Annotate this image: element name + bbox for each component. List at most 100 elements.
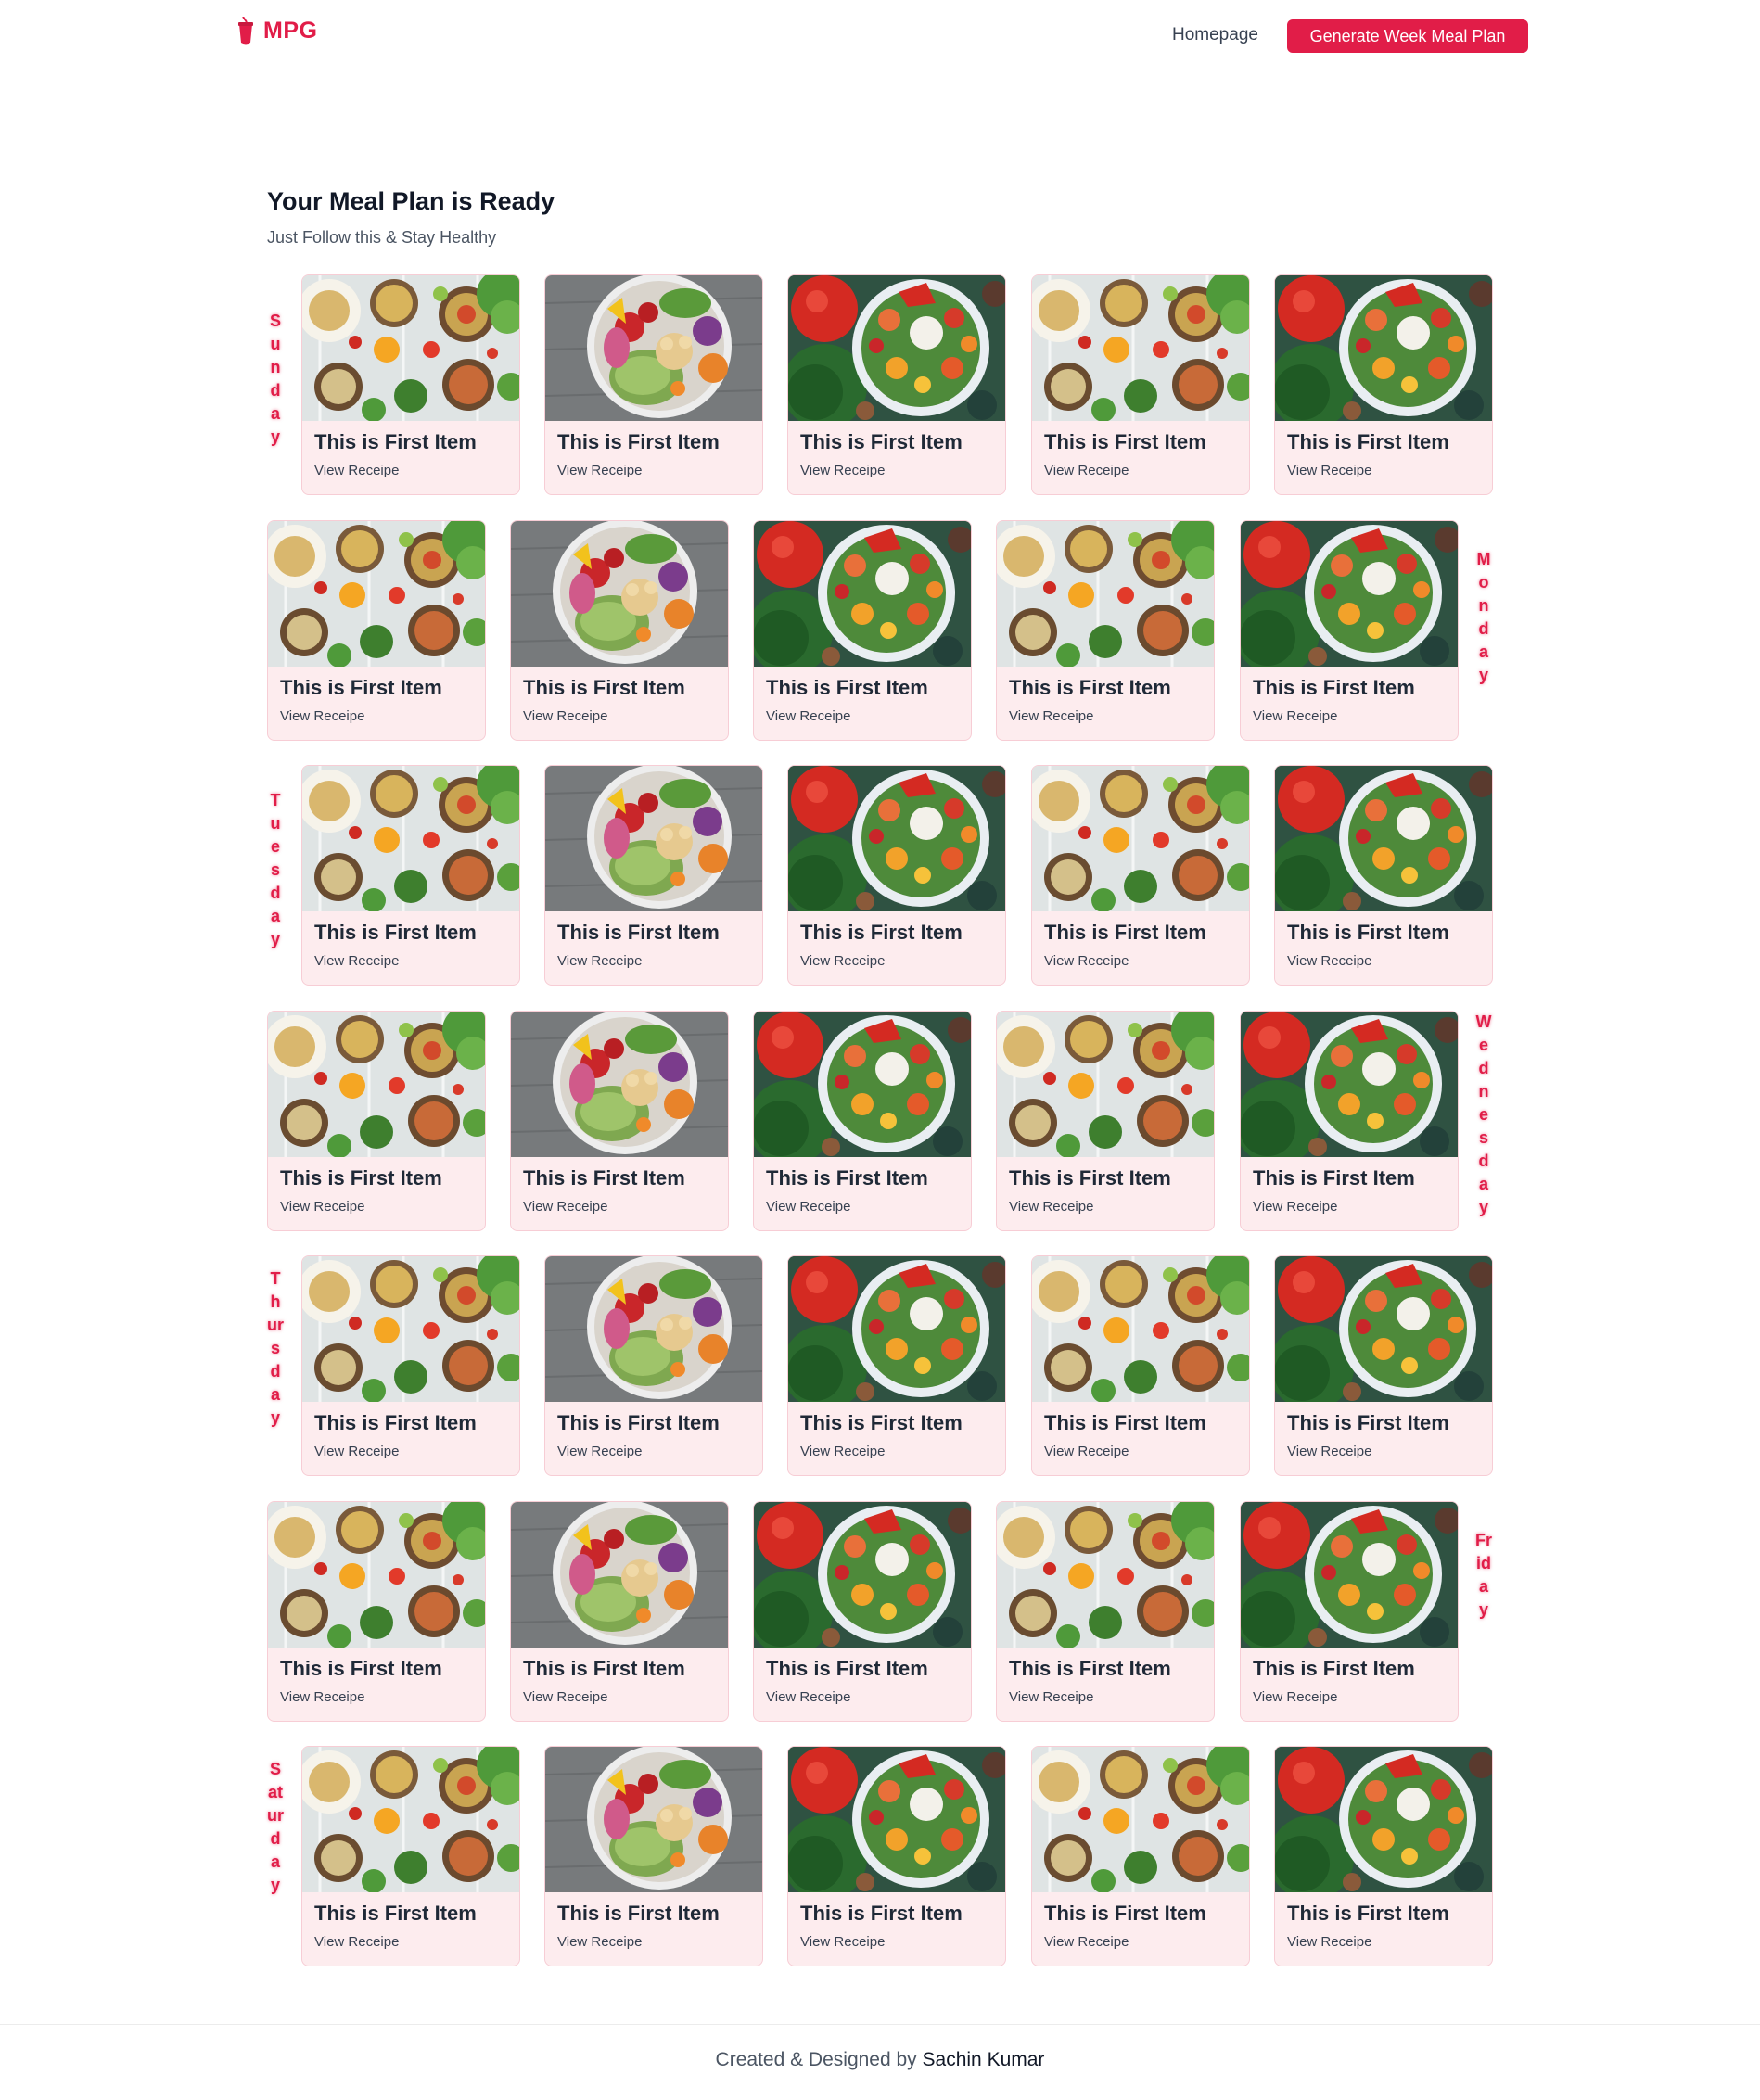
view-recipe-link[interactable]: View Receipe [766, 708, 850, 724]
meal-title: This is First Item [280, 1657, 442, 1680]
meal-title: This is First Item [1287, 1411, 1449, 1434]
view-recipe-link[interactable]: View Receipe [314, 1444, 399, 1459]
meal-card[interactable]: This is First Item View Receipe [301, 765, 520, 986]
view-recipe-link[interactable]: View Receipe [314, 953, 399, 969]
view-recipe-link[interactable]: View Receipe [1253, 708, 1337, 724]
meal-card[interactable]: This is First Item View Receipe [1031, 1255, 1250, 1476]
meal-card[interactable]: This is First Item View Receipe [301, 1746, 520, 1966]
view-recipe-link[interactable]: View Receipe [766, 1689, 850, 1705]
day-label: Wednesday [1475, 1012, 1492, 1216]
meal-card[interactable]: This is First Item View Receipe [267, 1501, 486, 1722]
view-recipe-link[interactable]: View Receipe [1044, 1934, 1129, 1950]
meal-card[interactable]: This is First Item View Receipe [1031, 765, 1250, 986]
view-recipe-link[interactable]: View Receipe [523, 1689, 607, 1705]
view-recipe-link[interactable]: View Receipe [1044, 1444, 1129, 1459]
meal-card[interactable]: This is First Item View Receipe [544, 1746, 763, 1966]
meal-title: This is First Item [280, 1166, 442, 1190]
meal-card[interactable]: This is First Item View Receipe [301, 1255, 520, 1476]
meal-card[interactable]: This is First Item View Receipe [787, 1746, 1006, 1966]
view-recipe-link[interactable]: View Receipe [314, 463, 399, 478]
meal-title: This is First Item [766, 676, 928, 699]
view-recipe-link[interactable]: View Receipe [800, 463, 885, 478]
meal-card[interactable]: This is First Item View Receipe [753, 1011, 972, 1231]
meal-card[interactable]: This is First Item View Receipe [267, 520, 486, 741]
view-recipe-link[interactable]: View Receipe [1287, 463, 1371, 478]
view-recipe-link[interactable]: View Receipe [1009, 1689, 1093, 1705]
meal-card[interactable]: This is First Item View Receipe [753, 520, 972, 741]
meal-image-bowls-top-view [1032, 275, 1249, 421]
view-recipe-link[interactable]: View Receipe [1009, 708, 1093, 724]
meal-card[interactable]: This is First Item View Receipe [1240, 1011, 1459, 1231]
day-label: Tuesday [270, 791, 281, 948]
meal-card[interactable]: This is First Item View Receipe [1031, 1746, 1250, 1966]
site-header: MPG Homepage Generate Week Meal Plan [0, 0, 1760, 74]
view-recipe-link[interactable]: View Receipe [1044, 953, 1129, 969]
view-recipe-link[interactable]: View Receipe [1009, 1199, 1093, 1215]
meal-card[interactable]: This is First Item View Receipe [544, 765, 763, 986]
meal-title: This is First Item [1009, 1166, 1171, 1190]
meal-card[interactable]: This is First Item View Receipe [510, 1011, 729, 1231]
meal-title: This is First Item [766, 1657, 928, 1680]
meal-image-bowls-top-view [302, 1256, 519, 1402]
view-recipe-link[interactable]: View Receipe [280, 708, 364, 724]
meal-card[interactable]: This is First Item View Receipe [996, 1011, 1215, 1231]
meal-image-salad-plate-tomatoes [1275, 1747, 1492, 1892]
meal-card[interactable]: This is First Item View Receipe [1031, 274, 1250, 495]
meal-card[interactable]: This is First Item View Receipe [510, 1501, 729, 1722]
meal-image-bowls-top-view [997, 1502, 1214, 1648]
view-recipe-link[interactable]: View Receipe [557, 1934, 642, 1950]
meal-card[interactable]: This is First Item View Receipe [753, 1501, 972, 1722]
meal-card[interactable]: This is First Item View Receipe [787, 765, 1006, 986]
view-recipe-link[interactable]: View Receipe [523, 708, 607, 724]
meal-title: This is First Item [1044, 1902, 1206, 1925]
meal-card[interactable]: This is First Item View Receipe [996, 520, 1215, 741]
view-recipe-link[interactable]: View Receipe [1253, 1689, 1337, 1705]
meal-card[interactable]: This is First Item View Receipe [267, 1011, 486, 1231]
meal-card[interactable]: This is First Item View Receipe [1274, 274, 1493, 495]
meal-card[interactable]: This is First Item View Receipe [787, 1255, 1006, 1476]
meal-title: This is First Item [1287, 921, 1449, 944]
generate-week-meal-plan-button[interactable]: Generate Week Meal Plan [1287, 19, 1528, 53]
meal-card[interactable]: This is First Item View Receipe [1274, 765, 1493, 986]
view-recipe-link[interactable]: View Receipe [314, 1934, 399, 1950]
nav-homepage-link[interactable]: Homepage [1172, 25, 1258, 45]
meal-image-salad-plate-tomatoes [1241, 1012, 1458, 1157]
view-recipe-link[interactable]: View Receipe [766, 1199, 850, 1215]
meal-image-salad-bowl-wood [545, 1747, 762, 1892]
view-recipe-link[interactable]: View Receipe [557, 463, 642, 478]
meal-title: This is First Item [314, 430, 477, 453]
view-recipe-link[interactable]: View Receipe [1044, 463, 1129, 478]
meal-card[interactable]: This is First Item View Receipe [510, 520, 729, 741]
day-label: Monday [1476, 550, 1491, 684]
meal-card[interactable]: This is First Item View Receipe [1274, 1255, 1493, 1476]
view-recipe-link[interactable]: View Receipe [800, 953, 885, 969]
view-recipe-link[interactable]: View Receipe [800, 1934, 885, 1950]
view-recipe-link[interactable]: View Receipe [1287, 953, 1371, 969]
view-recipe-link[interactable]: View Receipe [1253, 1199, 1337, 1215]
meal-image-salad-bowl-wood [511, 1012, 728, 1157]
meal-card[interactable]: This is First Item View Receipe [787, 274, 1006, 495]
day-row-tuesday: Tuesday This is First Item View Receipe Thi… [0, 765, 1760, 986]
view-recipe-link[interactable]: View Receipe [280, 1689, 364, 1705]
meal-image-salad-plate-tomatoes [788, 1256, 1005, 1402]
meal-card[interactable]: This is First Item View Receipe [996, 1501, 1215, 1722]
meal-image-salad-plate-tomatoes [1275, 275, 1492, 421]
view-recipe-link[interactable]: View Receipe [800, 1444, 885, 1459]
footer-author-link[interactable]: Sachin Kumar [923, 2049, 1045, 2070]
view-recipe-link[interactable]: View Receipe [280, 1199, 364, 1215]
meal-card[interactable]: This is First Item View Receipe [544, 1255, 763, 1476]
meal-card[interactable]: This is First Item View Receipe [1240, 520, 1459, 741]
meal-card[interactable]: This is First Item View Receipe [301, 274, 520, 495]
meal-card[interactable]: This is First Item View Receipe [1240, 1501, 1459, 1722]
view-recipe-link[interactable]: View Receipe [557, 953, 642, 969]
meal-card[interactable]: This is First Item View Receipe [1274, 1746, 1493, 1966]
view-recipe-link[interactable]: View Receipe [1287, 1444, 1371, 1459]
cup-icon [238, 17, 253, 45]
view-recipe-link[interactable]: View Receipe [1287, 1934, 1371, 1950]
meal-title: This is First Item [1253, 1657, 1415, 1680]
brand-logo[interactable]: MPG [236, 17, 317, 45]
view-recipe-link[interactable]: View Receipe [523, 1199, 607, 1215]
meal-image-salad-bowl-wood [511, 521, 728, 667]
meal-card[interactable]: This is First Item View Receipe [544, 274, 763, 495]
view-recipe-link[interactable]: View Receipe [557, 1444, 642, 1459]
